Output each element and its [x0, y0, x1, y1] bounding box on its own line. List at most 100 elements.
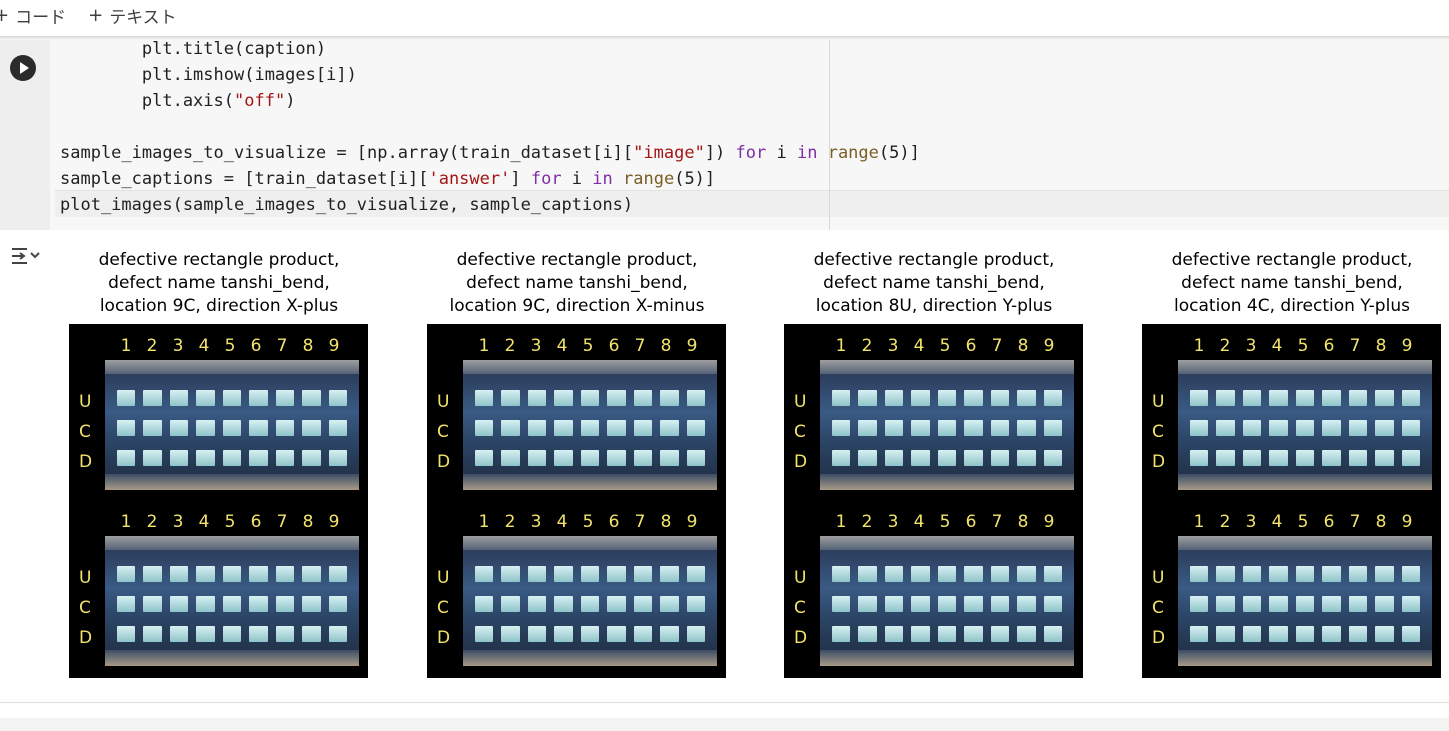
caption-line: defective rectangle product, — [98, 250, 340, 270]
row-letter: D — [79, 452, 93, 472]
terminal-pin — [937, 420, 957, 436]
connector-tray — [820, 536, 1074, 666]
column-number: 3 — [1245, 336, 1257, 356]
terminal-pin — [1269, 420, 1288, 436]
column-numbers: 123456789 — [1186, 512, 1420, 532]
column-number: 6 — [965, 336, 977, 356]
code-line[interactable]: plt.axis("off") — [60, 88, 296, 114]
terminal-pin — [554, 390, 573, 406]
column-number: 8 — [660, 336, 672, 356]
terminal-pin — [911, 626, 930, 642]
row-letter: U — [437, 392, 450, 412]
column-number: 9 — [328, 336, 340, 356]
terminal-pin — [607, 390, 626, 406]
add-code-button[interactable]: + コード — [0, 3, 66, 28]
add-text-button[interactable]: + テキスト — [88, 3, 177, 28]
terminal-pin — [884, 626, 904, 642]
terminal-pin — [633, 390, 653, 406]
run-cell-button[interactable] — [10, 55, 36, 81]
terminal-pin — [1043, 390, 1062, 406]
terminal-pin — [302, 390, 321, 406]
terminal-pin — [117, 626, 136, 642]
terminal-pin — [580, 626, 600, 642]
next-cell[interactable] — [0, 718, 1449, 731]
terminal-pin — [501, 420, 520, 436]
row-letter: D — [1152, 452, 1166, 472]
column-number: 9 — [1401, 336, 1413, 356]
terminal-pin — [1216, 450, 1235, 466]
terminal-pin — [1401, 626, 1420, 642]
terminal-grid — [475, 390, 705, 466]
row-letter: U — [1152, 392, 1165, 412]
terminal-pin — [937, 390, 957, 406]
code-editor[interactable]: plt.title(caption) plt.imshow(images[i])… — [60, 39, 1440, 230]
output-actions-icon[interactable] — [10, 244, 40, 268]
code-line[interactable]: sample_captions = [train_dataset[i]['ans… — [60, 166, 715, 192]
column-number: 6 — [1323, 512, 1335, 532]
row-letters: UCD — [794, 387, 807, 477]
terminal-pin — [884, 566, 904, 582]
terminal-pin — [554, 596, 573, 612]
terminal-pin — [911, 420, 930, 436]
code-line[interactable]: plot_images(sample_images_to_visualize, … — [60, 192, 633, 218]
row-letter: D — [1152, 628, 1166, 648]
column-number: 9 — [1043, 512, 1055, 532]
terminal-pin — [275, 566, 295, 582]
terminal-pin — [580, 566, 600, 582]
terminal-pin — [1017, 566, 1036, 582]
terminal-pin — [1322, 450, 1341, 466]
code-line[interactable]: plt.imshow(images[i]) — [60, 62, 357, 88]
terminal-pin — [1269, 626, 1288, 642]
column-numbers: 123456789 — [828, 336, 1062, 356]
row-letter: C — [1152, 598, 1164, 618]
column-number: 7 — [991, 336, 1003, 356]
terminal-pin — [686, 596, 705, 612]
column-number: 9 — [1043, 336, 1055, 356]
column-number: 4 — [556, 512, 568, 532]
column-number: 7 — [276, 336, 288, 356]
terminal-pin — [475, 420, 494, 436]
terminal-pin — [1242, 390, 1262, 406]
row-letters: UCD — [79, 387, 92, 477]
tray-edge — [463, 360, 717, 374]
terminal-pin — [686, 626, 705, 642]
product-image: 123456789UCD123456789UCD — [427, 324, 726, 678]
caption-line: defect name tanshi_bend, — [466, 273, 688, 293]
column-number: 7 — [634, 512, 646, 532]
terminal-pin — [143, 566, 162, 582]
column-number: 7 — [276, 512, 288, 532]
terminal-pin — [1295, 566, 1315, 582]
terminal-pin — [1295, 420, 1315, 436]
terminal-pin — [686, 390, 705, 406]
column-numbers: 123456789 — [1186, 336, 1420, 356]
terminal-pin — [660, 626, 679, 642]
terminal-pin — [1242, 420, 1262, 436]
code-line[interactable]: plt.title(caption) — [60, 36, 326, 62]
subplot-caption: defective rectangle product, defect name … — [1122, 249, 1449, 318]
terminal-pin — [527, 390, 547, 406]
terminal-pin — [169, 420, 189, 436]
code-line[interactable]: sample_images_to_visualize = [np.array(t… — [60, 140, 920, 166]
column-number: 8 — [1375, 336, 1387, 356]
column-numbers: 123456789 — [828, 512, 1062, 532]
row-letters: UCD — [437, 387, 450, 477]
column-number: 4 — [1271, 336, 1283, 356]
terminal-pin — [328, 566, 347, 582]
row-letters: UCD — [794, 563, 807, 653]
terminal-pin — [501, 626, 520, 642]
column-number: 9 — [328, 512, 340, 532]
tray-edge — [820, 650, 1074, 666]
column-number: 3 — [530, 336, 542, 356]
terminal-pin — [1322, 420, 1341, 436]
tray-edge — [820, 474, 1074, 490]
column-number: 4 — [556, 336, 568, 356]
terminal-pin — [222, 566, 242, 582]
column-number: 2 — [146, 512, 158, 532]
terminal-pin — [117, 420, 136, 436]
column-number: 2 — [1219, 512, 1231, 532]
terminal-pin — [196, 420, 215, 436]
column-number: 5 — [939, 336, 951, 356]
terminal-pin — [117, 596, 136, 612]
terminal-pin — [858, 626, 877, 642]
terminal-grid — [117, 566, 347, 642]
